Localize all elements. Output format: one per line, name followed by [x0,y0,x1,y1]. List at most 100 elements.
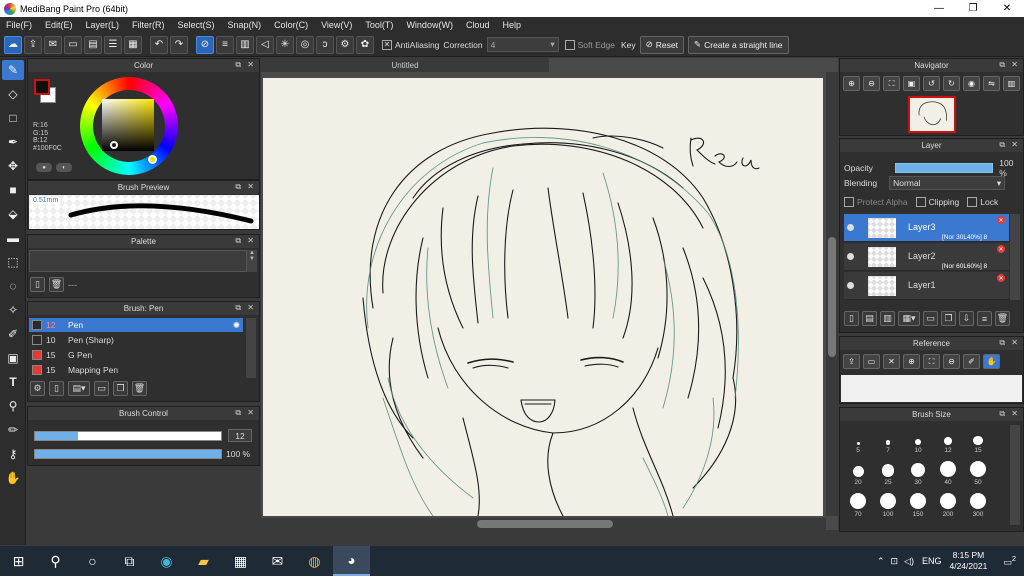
redo-icon[interactable]: ↷ [170,35,188,54]
eraser-tool-icon[interactable]: ◇ [2,84,24,104]
palette-scrollbar[interactable]: ▲ ▼ [247,250,257,272]
foreground-color-swatch[interactable] [34,79,50,95]
select-pen-icon[interactable]: ✐ [2,324,24,344]
language-indicator[interactable]: ENG [922,556,942,566]
chat-icon[interactable]: ▭ [64,35,82,54]
medibang-app-icon[interactable]: ◕ [333,546,370,576]
brush-size-option[interactable]: 25 [873,457,903,486]
rotate-left-icon[interactable]: ↺ [923,76,940,91]
layer-row-layer3[interactable]: Layer3 [Nor 30L40%] 8 ✕ [844,214,1009,242]
new-layer-icon[interactable]: ▯ [844,311,859,326]
brush-size-value[interactable]: 12 [228,429,252,442]
protect-alpha-checkbox[interactable] [844,197,854,207]
snap-off-icon[interactable]: ⊘ [196,35,214,54]
blur-tool-icon[interactable]: ✏ [2,420,24,440]
brush-size-option[interactable]: 10 [903,425,933,454]
comment-icon[interactable]: ✉ [44,35,62,54]
grid-icon[interactable]: ▦ [124,35,142,54]
fill-tool-icon[interactable]: ⬙ [2,204,24,224]
open-folder-icon[interactable]: ▭ [863,354,880,369]
duplicate-layer-icon[interactable]: ❐ [941,311,956,326]
brush-size-option[interactable]: 7 [873,425,903,454]
magic-wand-icon[interactable]: ✧ [2,300,24,320]
gear-icon[interactable]: ✿ [356,35,374,54]
correction-select[interactable]: 4 ▾ [486,37,559,52]
rotate-right-icon[interactable]: ↻ [943,76,960,91]
panel-controls[interactable]: ⧉ ✕ [235,236,256,246]
layer-list-scrollbar[interactable] [1010,214,1020,300]
merge-layer-icon[interactable]: ⇩ [959,311,974,326]
layer-row-layer1[interactable]: Layer1 ✕ [844,272,1009,300]
clipping-checkbox[interactable] [915,197,926,207]
panel-controls[interactable]: ⧉ ✕ [999,60,1020,70]
brush-item-pen-sharp[interactable]: 10 Pen (Sharp) [29,333,243,347]
panel-controls[interactable]: ⧉ ✕ [999,140,1020,150]
folder-icon[interactable]: ▭ [94,381,109,396]
actual-size-icon[interactable]: ▣ [903,76,920,91]
panel-controls[interactable]: ⧉ ✕ [235,182,256,192]
brush-opacity-slider[interactable] [34,449,222,459]
straight-line-button[interactable]: ✎ Create a straight line [687,35,789,54]
zoom-in-icon[interactable]: ⊕ [903,354,920,369]
close-icon[interactable]: ✕ [997,216,1005,224]
palette-swatches[interactable] [29,250,247,272]
volume-icon[interactable]: ◁) [904,556,914,567]
mail-icon[interactable]: ✉ [259,546,296,576]
scroll-thumb[interactable] [477,520,613,528]
hand-icon[interactable]: ✋ [983,354,1000,369]
list-icon[interactable]: ☰ [104,35,122,54]
clock[interactable]: 8:15 PM 4/24/2021 [949,550,987,572]
close-icon[interactable]: ✕ [997,245,1005,253]
eyedropper-tool-icon[interactable]: ⚷ [2,444,24,464]
select-tool-icon[interactable]: ⬚ [2,252,24,272]
search-icon[interactable]: ⚲ [37,546,74,576]
delete-layer-icon[interactable]: 🗑 [995,311,1010,326]
layer-folder-icon[interactable]: ▭ [923,311,938,326]
visibility-icon[interactable] [847,224,854,231]
close-icon[interactable]: ✕ [997,274,1005,282]
menu-window[interactable]: Window(W) [406,20,453,30]
windows-start-icon[interactable]: ⊞ [0,546,37,576]
close-button[interactable]: ✕ [990,0,1024,17]
lock-checkbox[interactable] [967,197,978,207]
document-icon[interactable]: ▤ [84,35,102,54]
hue-handle[interactable] [148,155,157,164]
brush-size-option[interactable]: 5 [843,425,873,454]
settings-icon[interactable]: ⚙ [336,35,354,54]
pen-tool-icon[interactable]: ✒ [2,132,24,152]
new-brush-icon[interactable]: ▯ [49,381,64,396]
eyedropper-icon[interactable]: ✐ [963,354,980,369]
gradient-tool-icon[interactable]: ▬ [2,228,24,248]
canvas-horizontal-scrollbar[interactable] [261,518,826,530]
add-layer-menu-icon[interactable]: ▦▾ [898,311,920,326]
color-bar-mode-icon[interactable]: ◐ [56,163,72,172]
cortana-icon[interactable]: ○ [74,546,111,576]
layer-properties-icon[interactable]: ≡ [977,311,992,326]
brush-size-option[interactable]: 200 [933,489,963,518]
brush-size-option[interactable]: 30 [903,457,933,486]
close-reference-icon[interactable]: ✕ [883,354,900,369]
menu-file[interactable]: File(F) [6,20,32,30]
brush-item-g-pen[interactable]: 15 G Pen [29,348,243,362]
menu-help[interactable]: Help [502,20,521,30]
minimize-button[interactable]: — [922,0,956,17]
brush-size-option[interactable]: 12 [933,425,963,454]
brush-size-option[interactable]: 150 [903,489,933,518]
delete-brush-icon[interactable]: 🗑 [132,381,147,396]
radial-snap-icon[interactable]: ✳ [276,35,294,54]
gear-icon[interactable]: ✺ [233,320,240,331]
brush-size-scrollbar[interactable] [1010,425,1020,525]
upload-icon[interactable]: ⇪ [843,354,860,369]
dot-tool-icon[interactable]: □ [2,108,24,128]
parallel-snap-icon[interactable]: ≡ [216,35,234,54]
brush-size-option[interactable]: 20 [843,457,873,486]
shape-tool-icon[interactable]: ■ [2,180,24,200]
menu-tool[interactable]: Tool(T) [365,20,393,30]
brush-item-mapping-pen[interactable]: 15 Mapping Pen [29,363,243,377]
navigator-thumbnail[interactable] [908,96,956,133]
reset-rotation-icon[interactable]: ◉ [963,76,980,91]
scroll-thumb[interactable] [828,237,836,357]
visibility-icon[interactable] [847,282,854,289]
panel-controls[interactable]: ⧉ ✕ [235,408,256,418]
panel-controls[interactable]: ⧉ ✕ [235,303,256,313]
